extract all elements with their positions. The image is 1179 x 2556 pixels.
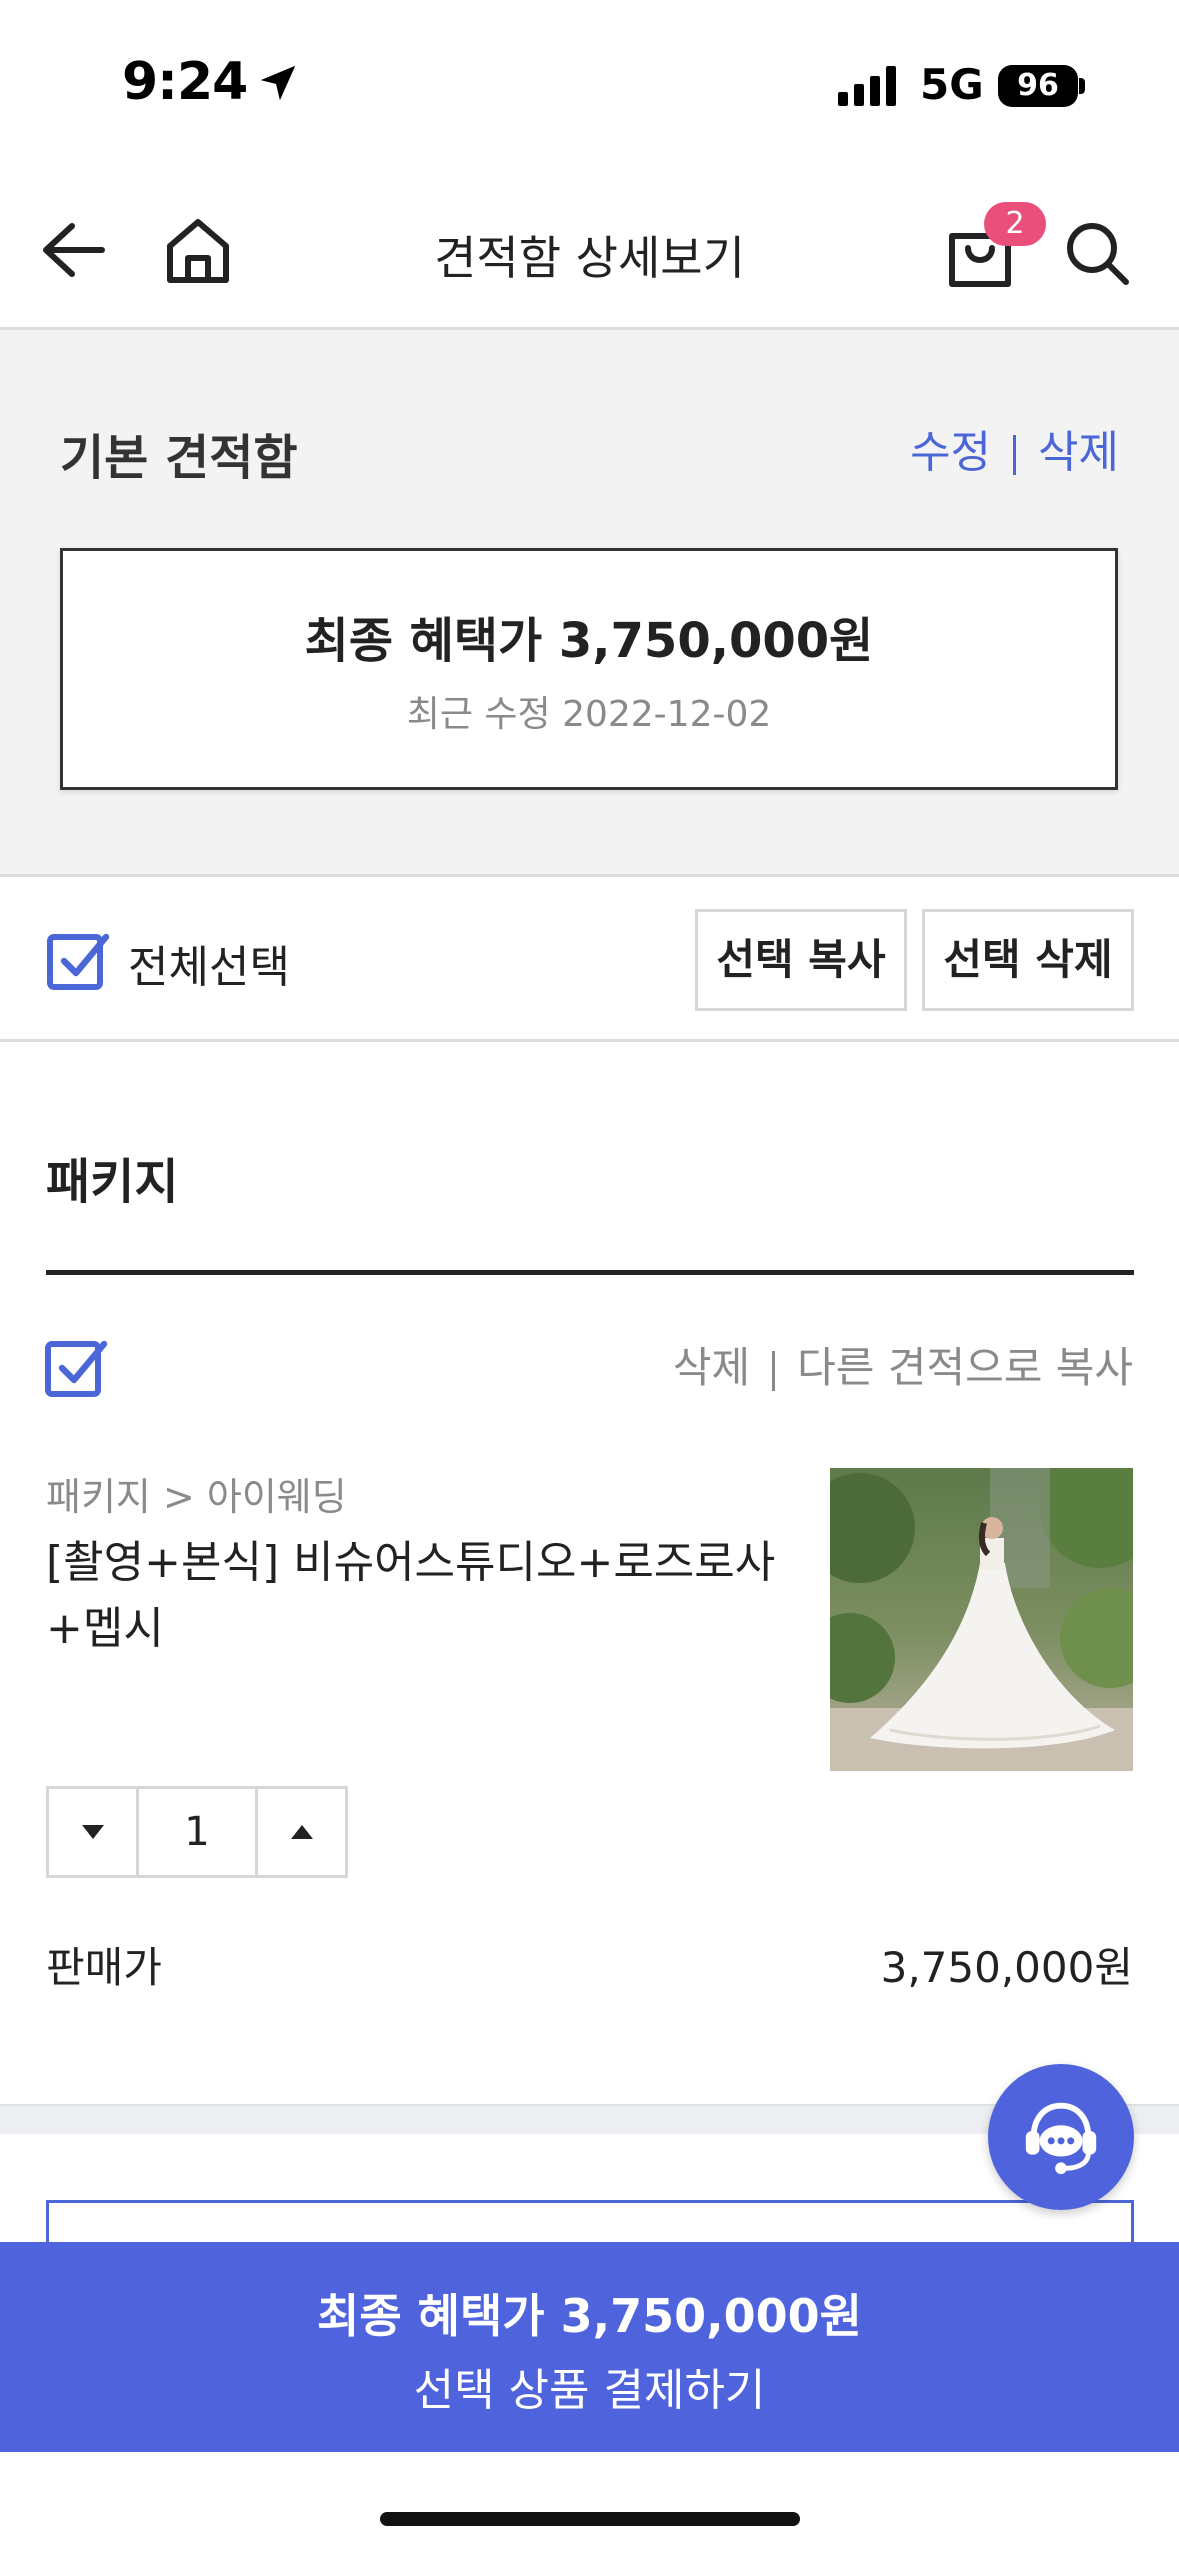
triangle-up-icon xyxy=(290,1825,313,1839)
select-all-checkbox[interactable] xyxy=(46,929,110,993)
chat-headset-icon xyxy=(1025,2102,1097,2175)
app-header: 견적함 상세보기 2 xyxy=(0,170,1179,330)
item-title[interactable]: [촬영+본식] 비슈어스튜디오+로즈로사+멥시 xyxy=(46,1530,786,1662)
basket-actions: 수정 삭제 xyxy=(910,416,1119,480)
section-title: 패키지 xyxy=(46,1154,179,1210)
chat-support-button[interactable] xyxy=(988,2064,1134,2210)
section-divider xyxy=(46,1270,1134,1275)
cellular-signal-icon xyxy=(838,66,896,106)
checkout-price: 최종 혜택가 3,750,000원 xyxy=(317,2289,862,2343)
item-copy-link[interactable]: 다른 견적으로 복사 xyxy=(797,1343,1133,1392)
quantity-decrease-button[interactable] xyxy=(49,1789,139,1875)
item-breadcrumb: 패키지 > 아이웨딩 xyxy=(46,1475,347,1519)
status-bar: 9:24 5G 96 xyxy=(0,0,1179,170)
basket-edit-link[interactable]: 수정 xyxy=(910,427,991,478)
status-time: 9:24 xyxy=(122,52,248,112)
checkout-button[interactable]: 최종 혜택가 3,750,000원 선택 상품 결제하기 xyxy=(0,2242,1179,2452)
item-checkbox[interactable] xyxy=(44,1336,108,1400)
home-indicator[interactable] xyxy=(380,2512,800,2526)
basket-summary: 기본 견적함 수정 삭제 최종 혜택가 3,750,000원 최근 수정 2022… xyxy=(0,330,1179,877)
copy-selected-button[interactable]: 선택 복사 xyxy=(695,909,907,1011)
selection-toolbar: 전체선택 선택 복사 선택 삭제 xyxy=(0,877,1179,1042)
battery-level: 96 xyxy=(1017,68,1059,103)
battery-tip xyxy=(1079,78,1085,94)
triangle-down-icon xyxy=(81,1825,104,1839)
basket-delete-link[interactable]: 삭제 xyxy=(1038,427,1119,478)
quantity-stepper: 1 xyxy=(46,1786,348,1878)
divider xyxy=(1013,435,1017,475)
search-icon[interactable] xyxy=(1064,220,1130,286)
delete-selected-button[interactable]: 선택 삭제 xyxy=(922,909,1134,1011)
battery-icon: 96 xyxy=(998,65,1078,107)
quantity-increase-button[interactable] xyxy=(255,1789,345,1875)
network-type: 5G xyxy=(920,60,984,109)
price-label: 판매가 xyxy=(46,1943,162,1992)
basket-name: 기본 견적함 xyxy=(60,430,298,486)
wedding-dress-photo[interactable] xyxy=(830,1468,1133,1771)
location-arrow-icon xyxy=(260,65,296,101)
cart-count-badge: 2 xyxy=(984,202,1046,246)
checkout-label: 선택 상품 결제하기 xyxy=(413,2365,766,2416)
item-delete-link[interactable]: 삭제 xyxy=(673,1343,750,1392)
final-price-box: 최종 혜택가 3,750,000원 최근 수정 2022-12-02 xyxy=(60,548,1118,790)
divider xyxy=(772,1350,776,1391)
quantity-value[interactable]: 1 xyxy=(139,1789,255,1875)
last-modified-date: 최근 수정 2022-12-02 xyxy=(406,694,772,735)
select-all-label[interactable]: 전체선택 xyxy=(128,931,290,995)
price-value: 3,750,000원 xyxy=(880,1943,1133,1992)
item-actions: 삭제 다른 견적으로 복사 xyxy=(673,1334,1133,1395)
final-price: 최종 혜택가 3,750,000원 xyxy=(304,613,874,669)
